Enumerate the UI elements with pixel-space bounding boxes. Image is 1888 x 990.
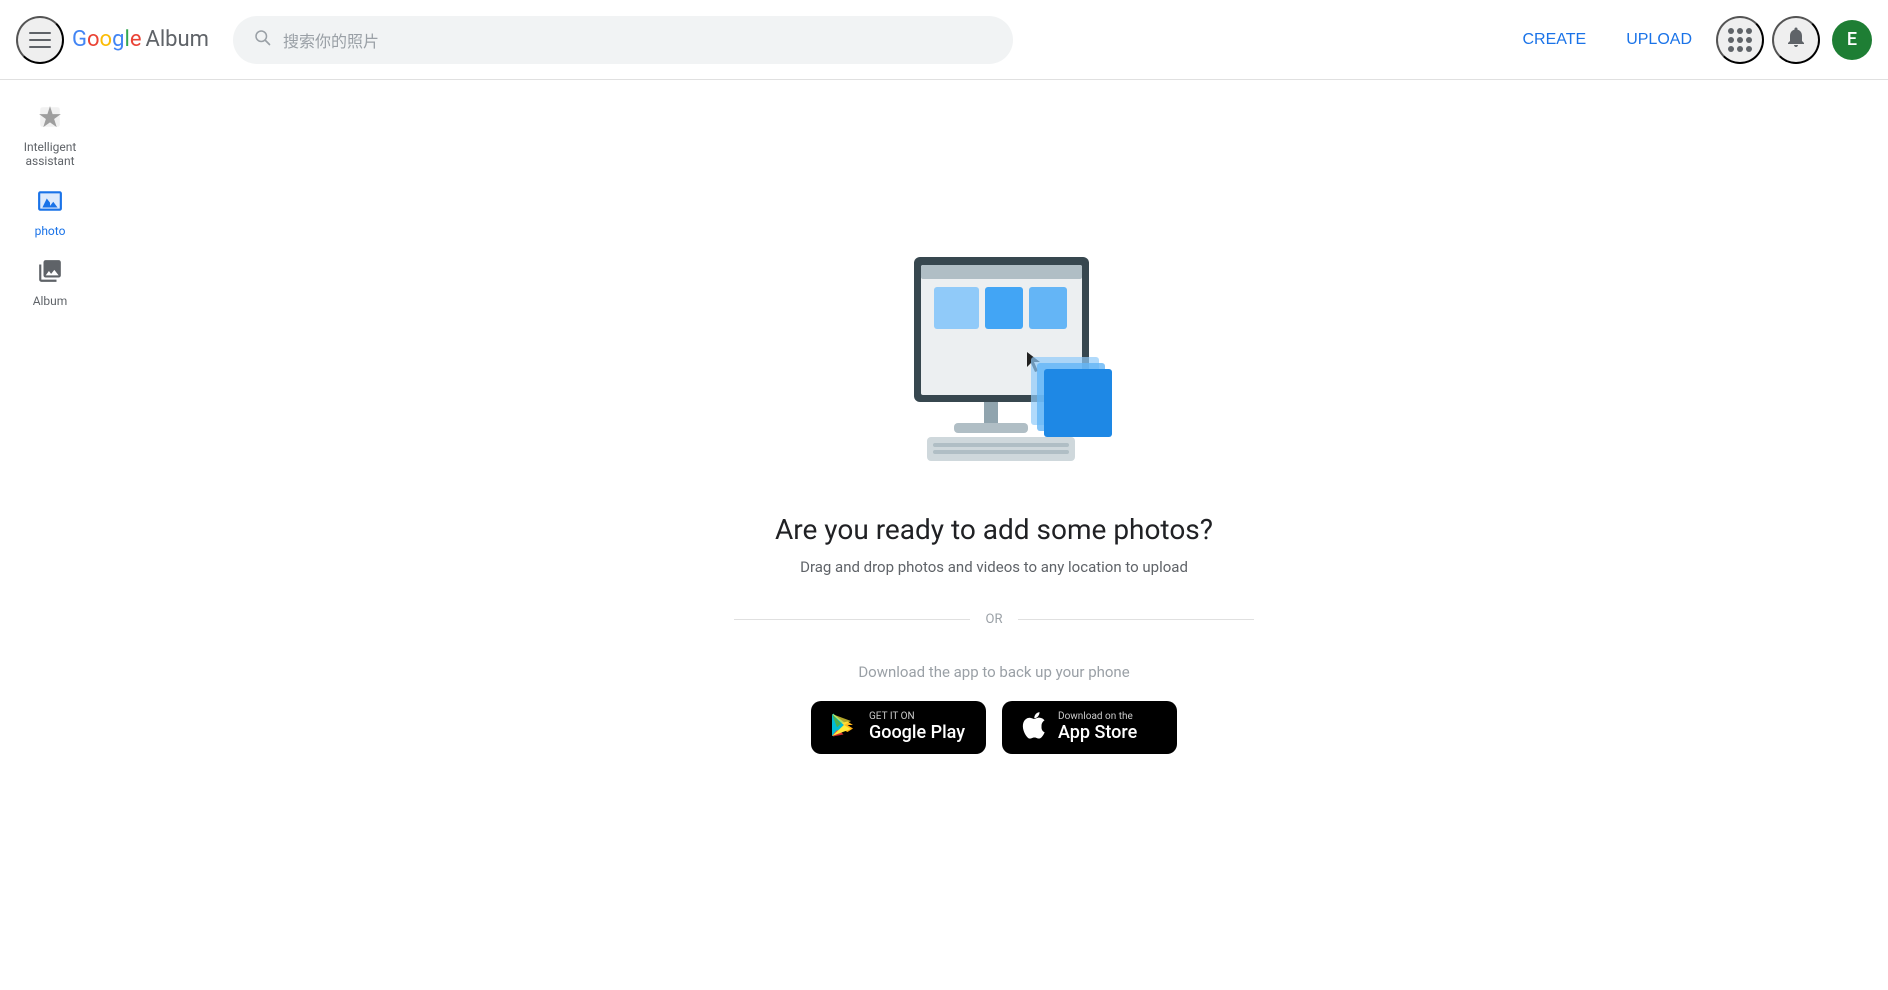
google-play-icon [829,711,857,743]
google-play-pre-text: GET IT ON [869,711,965,722]
sidebar: Intelligent assistant photo Album [0,80,100,910]
apps-grid-icon [1728,28,1752,52]
sidebar-label-assistant: Intelligent assistant [24,140,77,168]
notification-button[interactable] [1772,16,1820,64]
sidebar-label-photo: photo [35,224,66,238]
main-content: Are you ready to add some photos? Drag a… [100,80,1888,910]
google-play-button[interactable]: GET IT ON Google Play [811,701,986,754]
main-subtitle: Drag and drop photos and videos to any l… [800,558,1188,576]
divider-line-right [1018,619,1254,620]
create-button[interactable]: CREATE [1506,23,1602,57]
search-placeholder: 搜索你的照片 [283,28,379,52]
app-store-button[interactable]: Download on the App Store [1002,701,1177,754]
search-icon [253,28,271,51]
hamburger-icon [29,32,51,48]
menu-button[interactable] [16,16,64,64]
or-divider: OR [734,612,1254,627]
header: Google Album 搜索你的照片 CREATE UPLOAD [0,0,1888,80]
sidebar-label-album: Album [33,294,68,308]
logo-album-text: Album [145,27,208,52]
sidebar-item-album[interactable]: Album [6,250,94,316]
apple-icon [1020,711,1046,744]
search-bar[interactable]: 搜索你的照片 [233,16,1013,64]
main-title: Are you ready to add some photos? [775,513,1213,546]
google-play-name: Google Play [869,722,965,743]
bell-icon [1784,25,1808,55]
upload-button[interactable]: UPLOAD [1610,23,1708,57]
divider-line-left [734,619,970,620]
logo[interactable]: Google Album [72,27,209,52]
divider-text: OR [986,612,1003,627]
photo-icon [37,188,63,220]
avatar[interactable]: E [1832,20,1872,60]
album-icon [37,258,63,290]
store-buttons: GET IT ON Google Play Download on the Ap… [811,701,1177,754]
app-store-name: App Store [1058,722,1137,743]
sidebar-item-assistant[interactable]: Intelligent assistant [6,96,94,176]
sidebar-item-photo[interactable]: photo [6,180,94,246]
google-play-text: GET IT ON Google Play [869,711,965,743]
assistant-icon [37,104,63,136]
logo-google-text: Google [72,27,141,52]
apps-button[interactable] [1716,16,1764,64]
upload-illustration [859,237,1129,481]
download-text: Download the app to back up your phone [858,663,1129,681]
header-actions: CREATE UPLOAD E [1506,16,1872,64]
app-store-text: Download on the App Store [1058,711,1137,743]
app-store-pre-text: Download on the [1058,711,1137,722]
